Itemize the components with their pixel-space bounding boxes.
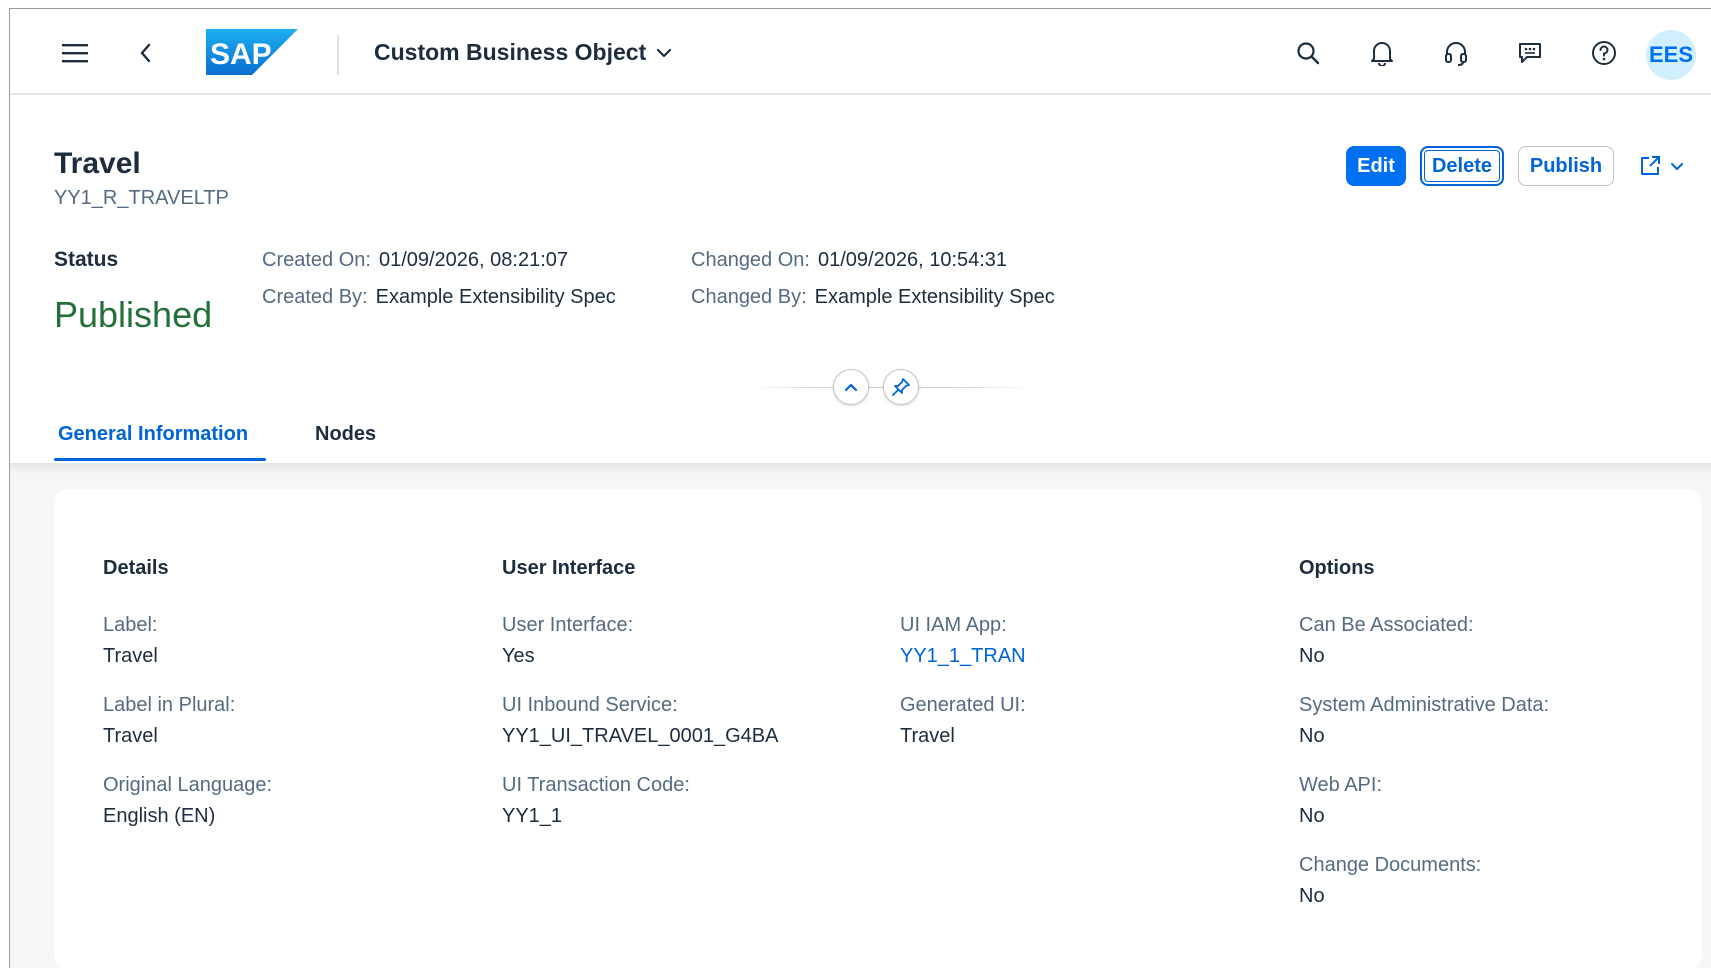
header-shadow [10, 463, 1711, 473]
changed-by-value: Example Extensibility Spec [814, 286, 1055, 308]
search-icon[interactable] [1290, 35, 1326, 71]
ui-inbound-service-field-value: YY1_UI_TRAVEL_0001_G4BA [502, 725, 779, 747]
generated-ui-field-label: Generated UI: [900, 694, 1026, 716]
help-icon[interactable] [1586, 35, 1622, 71]
headset-icon[interactable] [1438, 35, 1474, 71]
back-arrow-icon[interactable] [128, 35, 164, 71]
changed-on: Changed On: 01/09/2026, 10:54:31 [691, 249, 1007, 272]
status-value: Published [54, 294, 213, 335]
share-icon [1641, 156, 1660, 175]
original-language-field-value: English (EN) [103, 805, 216, 827]
created-by-label: Created By: [262, 286, 368, 308]
bell-icon[interactable] [1364, 35, 1400, 71]
changed-by-label: Changed By: [691, 286, 807, 308]
shell-bar: SAP Custom Business Object EES [10, 9, 1711, 95]
shell-divider [337, 35, 339, 75]
created-by: Created By: Example Extensibility Spec [262, 286, 616, 309]
changed-by: Changed By: Example Extensibility Spec [691, 286, 1055, 309]
label-in-plural-field-value: Travel [103, 725, 158, 747]
system-administrative-data-field-value: No [1299, 725, 1325, 747]
object-subtitle: YY1_R_TRAVELTP [54, 187, 229, 209]
user-interface-section-title: User Interface [502, 557, 636, 579]
changed-on-value: 01/09/2026, 10:54:31 [817, 249, 1008, 271]
delete-button[interactable]: Delete [1420, 146, 1504, 186]
label-field-value: Travel [103, 645, 158, 667]
options-section-title: Options [1299, 557, 1375, 579]
generated-ui-field-value: Travel [900, 725, 955, 747]
pin-header-button[interactable] [883, 369, 919, 405]
created-on-label: Created On: [262, 249, 371, 271]
publish-button[interactable]: Publish [1518, 146, 1614, 186]
change-documents-field-label: Change Documents: [1299, 854, 1482, 876]
general-information-card [54, 489, 1702, 968]
change-documents-field-value: No [1299, 885, 1325, 907]
edit-button[interactable]: Edit [1346, 146, 1406, 186]
label-in-plural-field-label: Label in Plural: [103, 694, 236, 716]
app-title-menu[interactable]: Custom Business Object [374, 39, 672, 66]
app-title-text: Custom Business Object [374, 39, 647, 65]
app-window: SAP Custom Business Object EES Travel YY… [9, 8, 1711, 968]
created-on-value: 01/09/2026, 08:21:07 [378, 249, 569, 271]
svg-text:SAP: SAP [210, 38, 272, 71]
user-avatar[interactable]: EES [1646, 30, 1696, 80]
created-on: Created On: 01/09/2026, 08:21:07 [262, 249, 568, 272]
share-menu-button[interactable] [1626, 146, 1696, 186]
chat-assistant-icon[interactable] [1512, 35, 1548, 71]
hamburger-menu-icon[interactable] [57, 35, 93, 71]
web-api-field-label: Web API: [1299, 774, 1383, 796]
user-interface-field-label: User Interface: [502, 614, 634, 636]
system-administrative-data-field-label: System Administrative Data: [1299, 694, 1550, 716]
changed-on-label: Changed On: [691, 249, 810, 271]
chevron-down-icon [1671, 162, 1683, 170]
chevron-up-icon [844, 383, 858, 392]
object-title: Travel [54, 147, 141, 180]
collapse-header-button[interactable] [833, 369, 869, 405]
original-language-field-label: Original Language: [103, 774, 273, 796]
tab-general-information[interactable]: General Information [58, 423, 248, 446]
ui-iam-app-field-label: UI IAM App: [900, 614, 1007, 636]
ui-inbound-service-field-label: UI Inbound Service: [502, 694, 678, 716]
tab-nodes[interactable]: Nodes [315, 423, 376, 446]
user-interface-field-value: Yes [502, 645, 535, 667]
sap-logo[interactable]: SAP [206, 29, 298, 75]
ui-transaction-code-field-value: YY1_1 [502, 805, 563, 827]
created-by-value: Example Extensibility Spec [375, 286, 616, 308]
chevron-down-icon [657, 48, 672, 57]
status-label: Status [54, 248, 119, 271]
tab-active-indicator [54, 458, 266, 461]
can-be-associated-field-label: Can Be Associated: [1299, 614, 1474, 636]
pin-icon [892, 378, 910, 396]
details-section-title: Details [103, 557, 169, 579]
label-field-label: Label: [103, 614, 158, 636]
web-api-field-value: No [1299, 805, 1325, 827]
ui-iam-app-link[interactable]: YY1_1_TRAN [900, 645, 1026, 668]
can-be-associated-field-value: No [1299, 645, 1325, 667]
ui-transaction-code-field-label: UI Transaction Code: [502, 774, 690, 796]
